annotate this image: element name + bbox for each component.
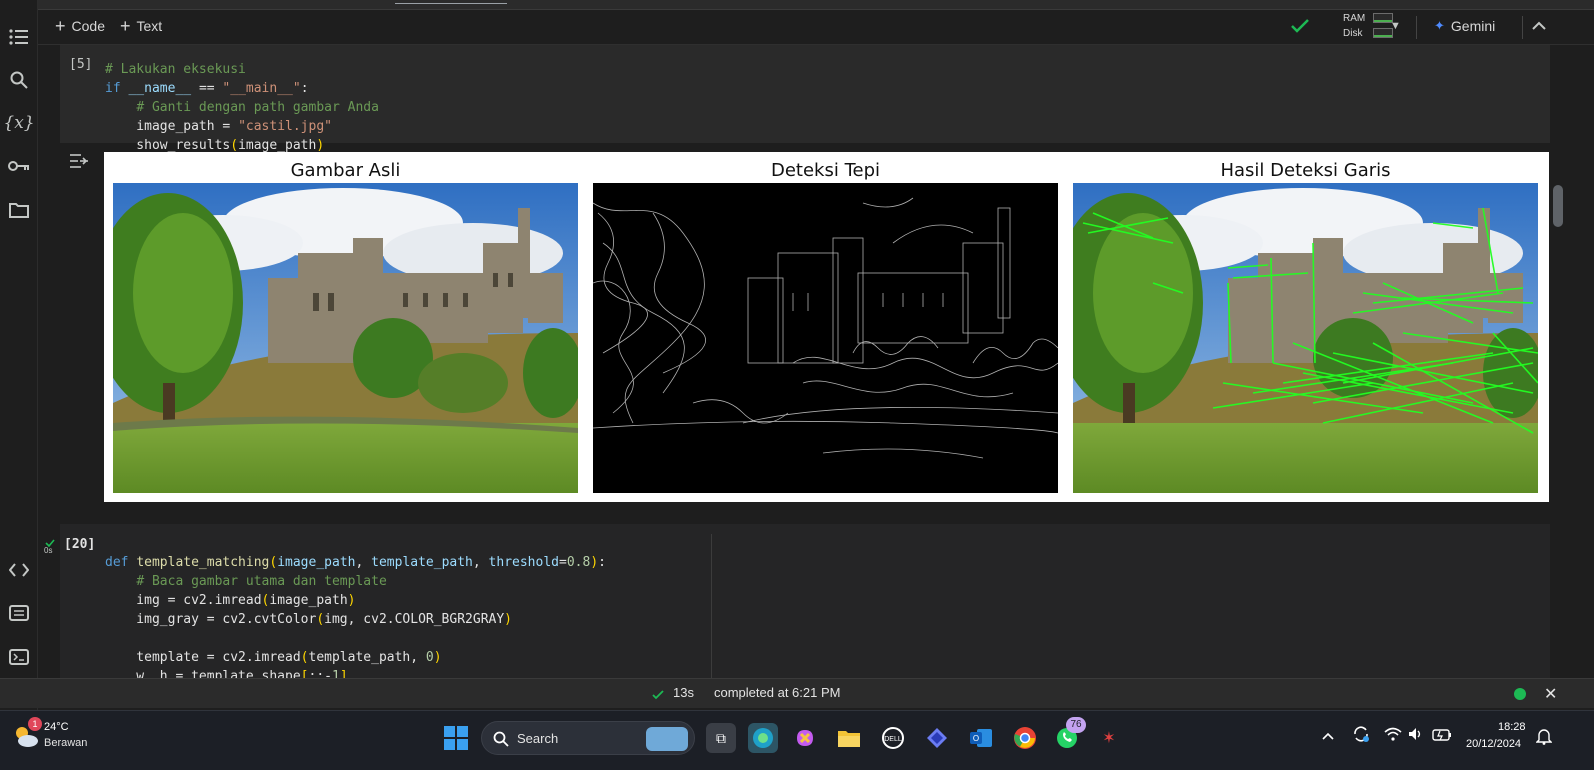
original-castle-image [113,183,578,493]
add-code-button[interactable]: + Code [55,16,105,36]
toolbar-divider [1522,16,1523,39]
notification-bell-icon[interactable] [1535,727,1553,750]
add-text-button[interactable]: + Text [120,16,163,36]
notebook-scrollbar-track[interactable] [1550,45,1566,678]
search-highlight-image [646,727,688,751]
code-snippets-icon[interactable] [6,557,32,583]
code-line: img = cv2.imread(image_path) [105,593,356,608]
run-duration: 0s [44,546,53,555]
execution-count: [20] [64,537,96,552]
windows-taskbar: 1 24°C Berawan Search ⧉ DELL O 76 ✶ 18:2… [0,710,1594,770]
top-strip [0,0,1594,10]
bug-app-icon[interactable]: ✶ [1094,723,1124,753]
panel-title-original: Gambar Asli [290,160,401,181]
code-line: # Lakukan eksekusi [105,62,246,77]
status-duration: 13s [673,685,694,700]
chrome-icon[interactable] [1010,723,1040,753]
code-cell-1[interactable]: [5] # Lakukan eksekusi if __name__ == "__… [60,45,1550,153]
search-icon[interactable] [6,67,32,93]
code-line: template = cv2.imread(template_path, 0) [105,650,442,665]
connected-check-icon[interactable] [1291,19,1309,38]
battery-icon[interactable] [1432,728,1452,746]
output-actions-icon[interactable] [69,153,89,174]
status-message: completed at 6:21 PM [714,685,841,700]
copilot-icon[interactable] [790,723,820,753]
whatsapp-badge: 76 [1066,717,1086,733]
task-view-icon[interactable]: ⧉ [706,723,736,753]
gemini-label: Gemini [1450,18,1496,34]
status-check-icon [652,687,664,705]
tray-chevron-icon[interactable] [1322,729,1334,743]
code-line: if __name__ == "__main__": [105,81,309,96]
add-text-label: Text [136,18,163,34]
ruler-line [711,534,712,678]
svg-text:O: O [973,734,979,743]
svg-text:DELL: DELL [884,736,902,743]
clock-date[interactable]: 20/12/2024 [1466,738,1521,750]
line-detection-image [1073,183,1538,493]
plus-icon: + [55,16,66,36]
edge-browser-icon[interactable] [748,723,778,753]
ram-label: RAM [1343,13,1366,24]
weather-badge: 1 [28,717,42,731]
disk-label: Disk [1343,28,1363,39]
code-line: img_gray = cv2.cvtColor(img, cv2.COLOR_B… [105,612,512,627]
panel-title-lines: Hasil Deteksi Garis [1220,160,1391,181]
command-palette-icon[interactable] [6,600,32,626]
terminal-icon[interactable] [6,644,32,670]
add-code-label: Code [71,18,105,34]
left-rail: {x} [0,0,38,718]
variables-icon[interactable]: {x} [3,110,34,136]
close-status-icon[interactable]: ✕ [1544,684,1557,704]
wifi-icon[interactable] [1384,727,1402,746]
runtime-dropdown-icon[interactable]: ▼ [1390,20,1401,32]
windows-start-icon[interactable] [441,723,471,753]
collapse-chevron-icon[interactable] [1532,18,1546,36]
plus-icon: + [120,16,131,36]
panel-title-edges: Deteksi Tepi [770,160,881,181]
status-indicator-dot [1514,688,1526,700]
notebook-scrollbar-thumb[interactable] [1553,185,1563,227]
table-of-contents-icon[interactable] [6,24,32,50]
cell-1-output-figure: Gambar Asli Deteksi Tepi Hasil Deteksi G… [104,152,1549,502]
strip-underline [395,0,507,4]
toolbar-divider [1416,16,1417,39]
edge-detection-image [593,183,1058,493]
power-automate-icon[interactable] [922,723,952,753]
outlook-icon[interactable]: O [966,723,996,753]
weather-desc[interactable]: Berawan [44,737,87,749]
search-icon [493,731,509,752]
code-line: image_path = "castil.jpg" [105,119,332,134]
secrets-key-icon[interactable] [6,153,32,179]
gemini-button[interactable]: ✦ Gemini [1434,18,1495,34]
notebook-toolbar: + Code + Text RAM Disk ▼ ✦ Gemini [38,10,1594,45]
code-line: # Ganti dengan path gambar Anda [136,100,379,115]
volume-icon[interactable] [1408,727,1424,746]
search-label: Search [517,731,559,746]
files-folder-icon[interactable] [6,197,32,223]
execution-status-bar: 13s completed at 6:21 PM ✕ [0,678,1594,708]
code-line: def template_matching(image_path, templa… [105,555,606,570]
execution-count: [5] [69,57,93,72]
code-cell-2[interactable]: [20] def template_matching(image_path, t… [60,524,1550,684]
weather-temp[interactable]: 24°C [44,721,69,733]
taskbar-search-box[interactable]: Search [481,721,695,755]
dell-icon[interactable]: DELL [878,723,908,753]
sync-icon[interactable] [1352,725,1370,748]
file-explorer-icon[interactable] [834,723,864,753]
gemini-sparkle-icon: ✦ [1434,18,1445,33]
code-line: # Baca gambar utama dan template [136,574,387,589]
clock-time[interactable]: 18:28 [1498,721,1526,733]
